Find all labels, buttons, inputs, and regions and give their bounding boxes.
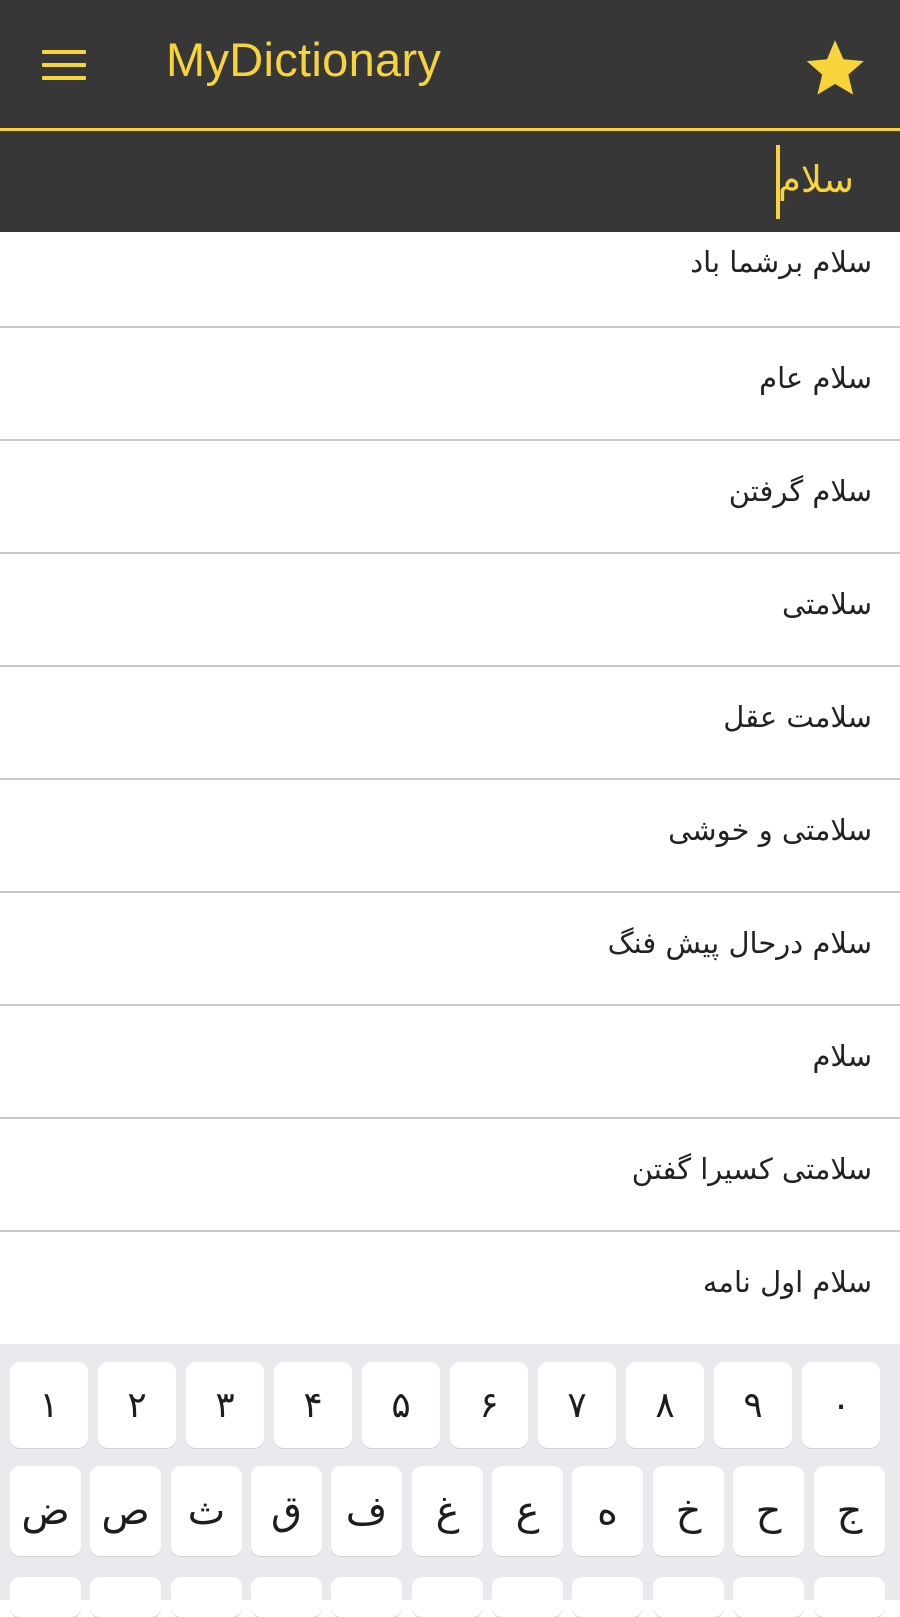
key-digit[interactable]: ۹ xyxy=(714,1362,792,1448)
key-partial[interactable] xyxy=(10,1577,81,1617)
result-word: سلامتی xyxy=(781,587,872,621)
key-partial[interactable] xyxy=(572,1577,643,1617)
key-partial[interactable] xyxy=(171,1577,242,1617)
result-word: سلام xyxy=(812,1039,872,1073)
soft-keyboard: ۱۲۳۴۵۶۷۸۹۰ ضصثقفغعهخحج xyxy=(0,1344,900,1617)
app-toolbar: MyDictionary xyxy=(0,0,900,131)
key-digit[interactable]: ۱ xyxy=(10,1362,88,1448)
key-letter[interactable]: ج xyxy=(814,1466,885,1556)
result-row[interactable]: سلام گرفتن xyxy=(0,441,900,554)
result-word: سلامتی و خوشی xyxy=(668,813,872,847)
key-digit[interactable]: ۴ xyxy=(274,1362,352,1448)
result-row[interactable]: سلام درحال پیش فنگ xyxy=(0,893,900,1006)
key-digit[interactable]: ۰ xyxy=(802,1362,880,1448)
result-row[interactable]: سلامتی کسیرا گفتن xyxy=(0,1119,900,1232)
hamburger-menu-icon[interactable] xyxy=(42,50,86,82)
result-row[interactable]: سلامتی و خوشی xyxy=(0,780,900,893)
key-letter[interactable]: ف xyxy=(331,1466,402,1556)
result-word: سلام درحال پیش فنگ xyxy=(607,926,872,960)
results-list: سلام برشما باد سلام عام سلام گرفتن سلامتی سل… xyxy=(0,232,900,1345)
key-digit[interactable]: ۷ xyxy=(538,1362,616,1448)
key-letter[interactable]: ث xyxy=(171,1466,242,1556)
key-digit[interactable]: ۲ xyxy=(98,1362,176,1448)
key-partial[interactable] xyxy=(251,1577,322,1617)
result-row[interactable]: سلامت عقل xyxy=(0,667,900,780)
result-word: سلام اول نامه xyxy=(702,1265,872,1299)
result-word: سلام برشما باد xyxy=(690,245,872,279)
key-digit[interactable]: ۶ xyxy=(450,1362,528,1448)
result-row[interactable]: سلامتی xyxy=(0,554,900,667)
text-cursor xyxy=(776,145,780,219)
key-letter[interactable]: ق xyxy=(251,1466,322,1556)
key-letter[interactable]: ح xyxy=(733,1466,804,1556)
result-word: سلامتی کسیرا گفتن xyxy=(631,1152,872,1186)
key-letter[interactable]: ض xyxy=(10,1466,81,1556)
key-letter[interactable]: ص xyxy=(90,1466,161,1556)
result-row[interactable]: سلام برشما باد xyxy=(0,232,900,328)
key-letter[interactable]: ع xyxy=(492,1466,563,1556)
key-partial[interactable] xyxy=(412,1577,483,1617)
key-partial[interactable] xyxy=(331,1577,402,1617)
key-partial[interactable] xyxy=(90,1577,161,1617)
result-row[interactable]: سلام xyxy=(0,1006,900,1119)
key-letter[interactable]: غ xyxy=(412,1466,483,1556)
result-word: سلامت عقل xyxy=(723,700,872,734)
result-row[interactable]: سلام اول نامه xyxy=(0,1232,900,1345)
key-digit[interactable]: ۳ xyxy=(186,1362,264,1448)
result-word: سلام عام xyxy=(759,361,872,395)
key-partial[interactable] xyxy=(814,1577,885,1617)
key-letter[interactable]: ه xyxy=(572,1466,643,1556)
result-word: سلام گرفتن xyxy=(728,474,872,508)
key-digit[interactable]: ۸ xyxy=(626,1362,704,1448)
key-partial[interactable] xyxy=(653,1577,724,1617)
key-letter[interactable]: خ xyxy=(653,1466,724,1556)
key-partial[interactable] xyxy=(733,1577,804,1617)
key-partial[interactable] xyxy=(492,1577,563,1617)
search-bar xyxy=(0,131,900,232)
result-row[interactable]: سلام عام xyxy=(0,328,900,441)
key-digit[interactable]: ۵ xyxy=(362,1362,440,1448)
app-title: MyDictionary xyxy=(166,33,442,86)
star-icon[interactable] xyxy=(802,36,868,100)
